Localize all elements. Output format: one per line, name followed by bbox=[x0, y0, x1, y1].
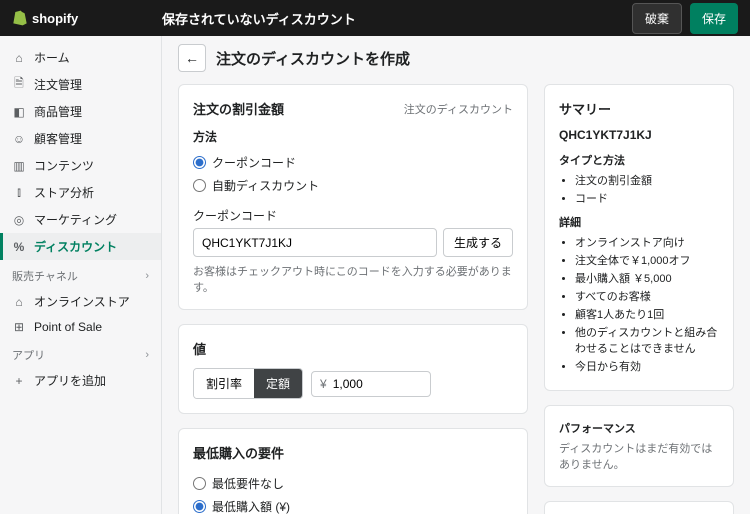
page-title: 注文のディスカウントを作成 bbox=[216, 48, 410, 69]
nav-online-store[interactable]: ⌂オンラインストア bbox=[0, 288, 161, 315]
nav-pos[interactable]: ⊞Point of Sale bbox=[0, 315, 161, 339]
back-button[interactable]: ← bbox=[178, 44, 206, 72]
orders-icon: 🗎 bbox=[12, 78, 26, 92]
products-icon: ◧ bbox=[12, 105, 26, 119]
customers-icon: ☺ bbox=[12, 132, 26, 146]
coupon-code-input[interactable] bbox=[193, 228, 437, 257]
discount-icon: % bbox=[12, 240, 26, 254]
summary-detail-label: 詳細 bbox=[559, 214, 719, 230]
summary-type-list: 注文の割引金額 コード bbox=[559, 172, 719, 206]
card-title: 値 bbox=[193, 339, 206, 358]
sales-channels-card: 販売チャネル 0/1個を選択済み Point of Sale bbox=[544, 501, 734, 514]
summary-type-label: タイプと方法 bbox=[559, 152, 719, 168]
performance-card: パフォーマンス ディスカウントはまだ有効ではありません。 bbox=[544, 405, 734, 487]
code-help-text: お客様はチェックアウト時にこのコードを入力する必要があります。 bbox=[193, 263, 513, 295]
minimum-purchase-card: 最低購入の要件 最低要件なし 最低購入額 (¥) ¥ すべての商品に適用します。… bbox=[178, 428, 528, 514]
nav-marketing[interactable]: ◎マーケティング bbox=[0, 206, 161, 233]
currency-symbol: ¥ bbox=[320, 377, 327, 391]
discount-value-input[interactable]: ¥ bbox=[311, 371, 431, 397]
summary-code: QHC1YKT7J1KJ bbox=[559, 128, 719, 142]
sidebar: ⌂ホーム 🗎注文管理 ◧商品管理 ☺顧客管理 ▥コンテンツ ⫾ストア分析 ◎マー… bbox=[0, 36, 162, 514]
discard-button[interactable]: 破棄 bbox=[632, 3, 682, 34]
card-title: 最低購入の要件 bbox=[193, 443, 284, 462]
nav-analytics[interactable]: ⫾ストア分析 bbox=[0, 179, 161, 206]
nav-customers[interactable]: ☺顧客管理 bbox=[0, 125, 161, 152]
method-label: 方法 bbox=[193, 128, 513, 145]
summary-detail-list: オンラインストア向け 注文全体で￥1,000オフ 最小購入額 ￥5,000 すべ… bbox=[559, 234, 719, 374]
home-icon: ⌂ bbox=[12, 51, 26, 65]
code-field-label: クーポンコード bbox=[193, 207, 513, 224]
summary-title: サマリー bbox=[559, 99, 719, 118]
chevron-right-icon[interactable]: › bbox=[145, 349, 149, 361]
card-title: 注文の割引金額 bbox=[193, 99, 284, 118]
seg-fixed[interactable]: 定額 bbox=[254, 369, 302, 398]
plus-icon: + bbox=[12, 374, 26, 388]
discount-amount-card: 注文の割引金額 注文のディスカウント 方法 クーポンコード 自動ディスカウント … bbox=[178, 84, 528, 310]
sales-channels-header: 販売チャネル› bbox=[0, 260, 161, 288]
value-type-segment: 割引率 定額 bbox=[193, 368, 303, 399]
nav-add-app[interactable]: +アプリを追加 bbox=[0, 367, 161, 394]
perf-text: ディスカウントはまだ有効ではありません。 bbox=[559, 440, 719, 472]
seg-percentage[interactable]: 割引率 bbox=[194, 369, 254, 398]
shopify-logo: shopify bbox=[12, 10, 162, 26]
perf-title: パフォーマンス bbox=[559, 420, 719, 436]
nav-discounts[interactable]: %ディスカウント bbox=[0, 233, 161, 260]
method-coupon-radio[interactable]: クーポンコード bbox=[193, 151, 513, 174]
pos-icon: ⊞ bbox=[12, 320, 26, 334]
nav-home[interactable]: ⌂ホーム bbox=[0, 44, 161, 71]
nav-content[interactable]: ▥コンテンツ bbox=[0, 152, 161, 179]
store-icon: ⌂ bbox=[12, 295, 26, 309]
content-icon: ▥ bbox=[12, 159, 26, 173]
nav-products[interactable]: ◧商品管理 bbox=[0, 98, 161, 125]
nav-orders[interactable]: 🗎注文管理 bbox=[0, 71, 161, 98]
value-card: 値 割引率 定額 ¥ bbox=[178, 324, 528, 414]
method-auto-radio[interactable]: 自動ディスカウント bbox=[193, 174, 513, 197]
analytics-icon: ⫾ bbox=[12, 186, 26, 200]
marketing-icon: ◎ bbox=[12, 213, 26, 227]
unsaved-changes-title: 保存されていないディスカウント bbox=[162, 9, 632, 28]
save-button[interactable]: 保存 bbox=[690, 3, 738, 34]
min-amount-radio[interactable]: 最低購入額 (¥) bbox=[193, 495, 513, 514]
summary-card: サマリー QHC1YKT7J1KJ タイプと方法 注文の割引金額 コード 詳細 … bbox=[544, 84, 734, 391]
card-subtitle: 注文のディスカウント bbox=[404, 101, 513, 117]
min-none-radio[interactable]: 最低要件なし bbox=[193, 472, 513, 495]
apps-header: アプリ› bbox=[0, 339, 161, 367]
generate-code-button[interactable]: 生成する bbox=[443, 228, 513, 257]
chevron-right-icon[interactable]: › bbox=[145, 270, 149, 282]
